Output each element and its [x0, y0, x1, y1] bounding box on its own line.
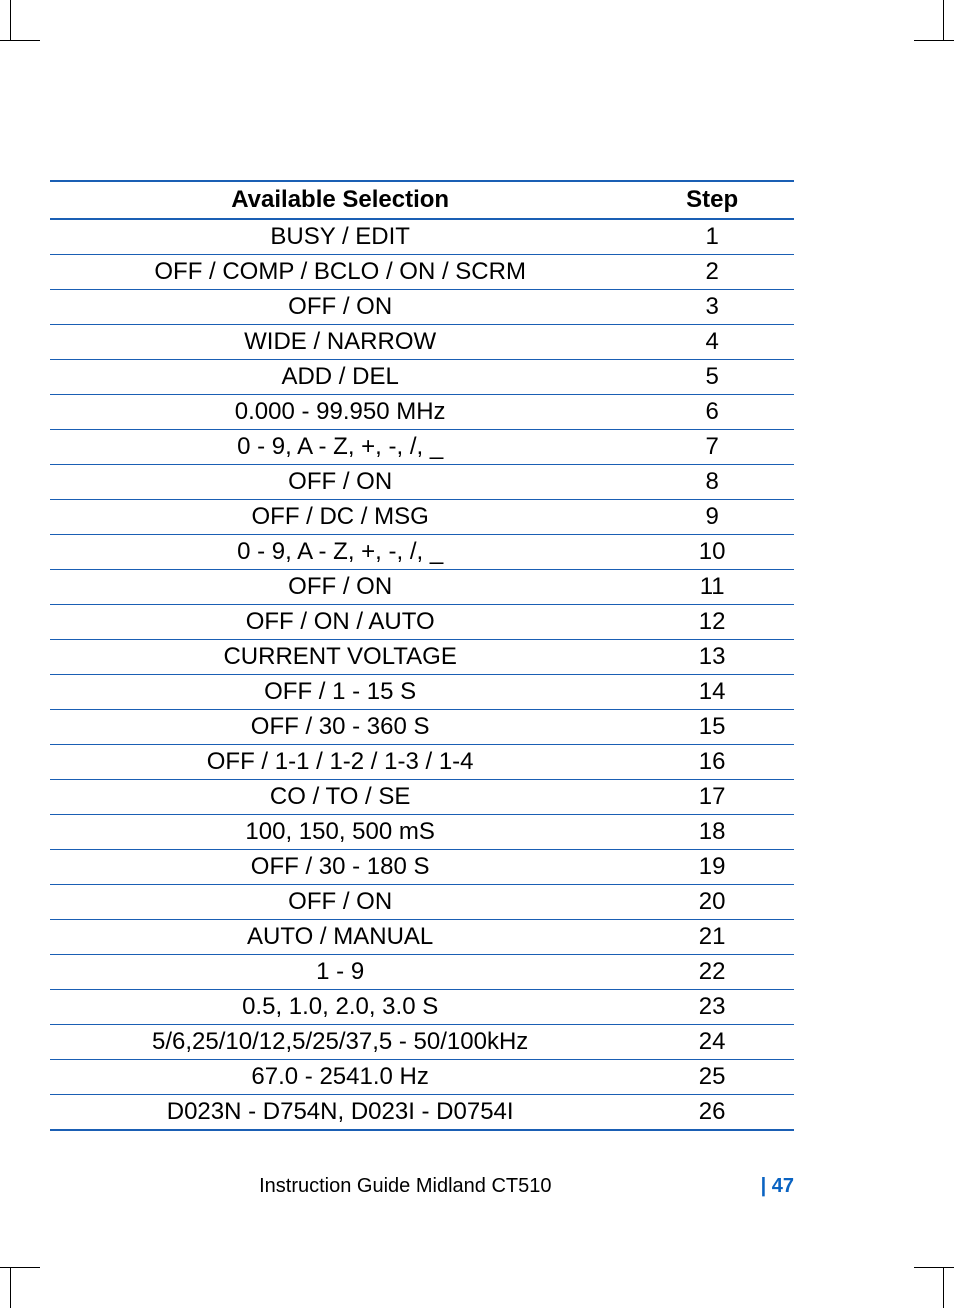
cell-step: 8: [630, 465, 794, 500]
cell-step: 1: [630, 219, 794, 255]
cell-step: 17: [630, 780, 794, 815]
cell-step: 15: [630, 710, 794, 745]
cell-step: 25: [630, 1060, 794, 1095]
cell-step: 5: [630, 360, 794, 395]
cell-available-selection: 67.0 - 2541.0 Hz: [50, 1060, 630, 1095]
cell-available-selection: AUTO / MANUAL: [50, 920, 630, 955]
table-row: ADD / DEL5: [50, 360, 794, 395]
cell-available-selection: OFF / ON: [50, 570, 630, 605]
cell-step: 26: [630, 1095, 794, 1131]
table-row: 0.5, 1.0, 2.0, 3.0 S23: [50, 990, 794, 1025]
cell-available-selection: D023N - D754N, D023I - D0754I: [50, 1095, 630, 1131]
cell-step: 19: [630, 850, 794, 885]
table-row: 1 - 922: [50, 955, 794, 990]
cell-step: 2: [630, 255, 794, 290]
cell-step: 22: [630, 955, 794, 990]
cell-step: 3: [630, 290, 794, 325]
table-row: CURRENT VOLTAGE13: [50, 640, 794, 675]
table-row: D023N - D754N, D023I - D0754I26: [50, 1095, 794, 1131]
table-row: BUSY / EDIT1: [50, 219, 794, 255]
cell-available-selection: WIDE / NARROW: [50, 325, 630, 360]
table-row: OFF / ON20: [50, 885, 794, 920]
footer-title: Instruction Guide Midland CT510: [50, 1175, 761, 1198]
cell-available-selection: 100, 150, 500 mS: [50, 815, 630, 850]
table-row: 0.000 - 99.950 MHz6: [50, 395, 794, 430]
cell-available-selection: 0.000 - 99.950 MHz: [50, 395, 630, 430]
cell-step: 18: [630, 815, 794, 850]
cell-step: 6: [630, 395, 794, 430]
table-body: BUSY / EDIT1OFF / COMP / BCLO / ON / SCR…: [50, 219, 794, 1130]
cell-available-selection: OFF / 30 - 180 S: [50, 850, 630, 885]
table-row: OFF / ON11: [50, 570, 794, 605]
cell-step: 21: [630, 920, 794, 955]
table-row: 0 - 9, A - Z, +, -, /, _10: [50, 535, 794, 570]
cell-available-selection: 1 - 9: [50, 955, 630, 990]
table-row: 100, 150, 500 mS18: [50, 815, 794, 850]
cell-available-selection: BUSY / EDIT: [50, 219, 630, 255]
table-row: OFF / 30 - 180 S19: [50, 850, 794, 885]
table-row: 0 - 9, A - Z, +, -, /, _7: [50, 430, 794, 465]
cell-available-selection: OFF / ON: [50, 885, 630, 920]
table-header-row: Available Selection Step: [50, 181, 794, 219]
table-row: 5/6,25/10/12,5/25/37,5 - 50/100kHz24: [50, 1025, 794, 1060]
header-step: Step: [630, 181, 794, 219]
cell-available-selection: OFF / ON: [50, 290, 630, 325]
cell-available-selection: 0 - 9, A - Z, +, -, /, _: [50, 430, 630, 465]
selection-table: Available Selection Step BUSY / EDIT1OFF…: [50, 180, 794, 1131]
cell-step: 13: [630, 640, 794, 675]
cell-step: 10: [630, 535, 794, 570]
cell-available-selection: OFF / COMP / BCLO / ON / SCRM: [50, 255, 630, 290]
cell-available-selection: ADD / DEL: [50, 360, 630, 395]
cell-available-selection: OFF / DC / MSG: [50, 500, 630, 535]
cell-step: 4: [630, 325, 794, 360]
footer-page-number: | 47: [761, 1175, 794, 1198]
cell-available-selection: OFF / 30 - 360 S: [50, 710, 630, 745]
cell-step: 23: [630, 990, 794, 1025]
table-row: OFF / ON3: [50, 290, 794, 325]
table-row: OFF / 30 - 360 S15: [50, 710, 794, 745]
cell-step: 14: [630, 675, 794, 710]
cell-available-selection: OFF / 1-1 / 1-2 / 1-3 / 1-4: [50, 745, 630, 780]
cell-available-selection: 5/6,25/10/12,5/25/37,5 - 50/100kHz: [50, 1025, 630, 1060]
page-content: Available Selection Step BUSY / EDIT1OFF…: [50, 180, 794, 1188]
cell-available-selection: 0 - 9, A - Z, +, -, /, _: [50, 535, 630, 570]
table-row: OFF / 1 - 15 S14: [50, 675, 794, 710]
cell-step: 20: [630, 885, 794, 920]
table-row: OFF / 1-1 / 1-2 / 1-3 / 1-416: [50, 745, 794, 780]
cell-step: 16: [630, 745, 794, 780]
table-row: 67.0 - 2541.0 Hz25: [50, 1060, 794, 1095]
cell-step: 9: [630, 500, 794, 535]
table-row: OFF / ON / AUTO12: [50, 605, 794, 640]
table-row: OFF / COMP / BCLO / ON / SCRM2: [50, 255, 794, 290]
table-row: AUTO / MANUAL21: [50, 920, 794, 955]
table-row: CO / TO / SE17: [50, 780, 794, 815]
cell-step: 12: [630, 605, 794, 640]
table-row: WIDE / NARROW4: [50, 325, 794, 360]
cell-step: 7: [630, 430, 794, 465]
table-row: OFF / DC / MSG9: [50, 500, 794, 535]
header-available-selection: Available Selection: [50, 181, 630, 219]
cell-step: 24: [630, 1025, 794, 1060]
cell-step: 11: [630, 570, 794, 605]
cell-available-selection: OFF / ON / AUTO: [50, 605, 630, 640]
table-row: OFF / ON8: [50, 465, 794, 500]
cell-available-selection: CURRENT VOLTAGE: [50, 640, 630, 675]
cell-available-selection: OFF / 1 - 15 S: [50, 675, 630, 710]
cell-available-selection: OFF / ON: [50, 465, 630, 500]
page-footer: Instruction Guide Midland CT510 | 47: [50, 1175, 794, 1198]
cell-available-selection: CO / TO / SE: [50, 780, 630, 815]
cell-available-selection: 0.5, 1.0, 2.0, 3.0 S: [50, 990, 630, 1025]
